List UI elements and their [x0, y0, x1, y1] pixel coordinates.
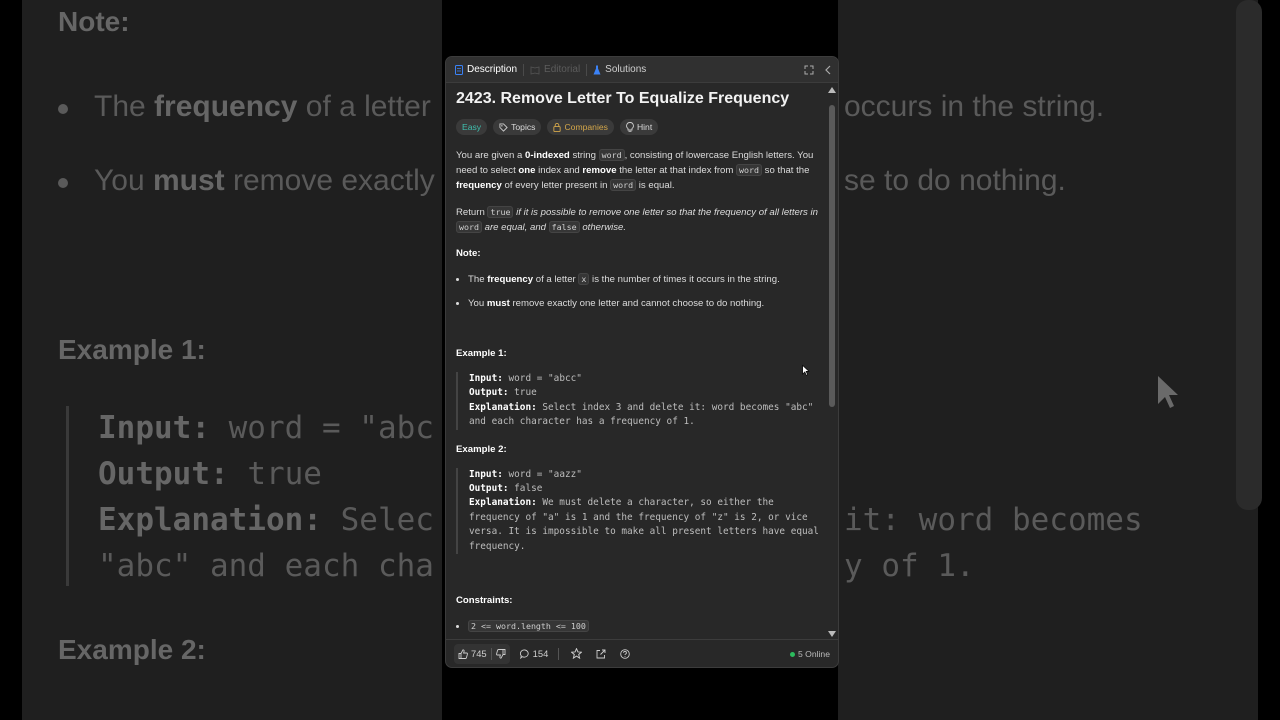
example-2-block: Input: word = "aazz" Output: false Expla…: [456, 467, 826, 555]
background-zoom-right: occurs in the string. se to do nothing. …: [838, 0, 1258, 720]
tab-editorial[interactable]: Editorial: [530, 57, 580, 83]
bg-input-line: Input: word = "abc: [98, 410, 434, 446]
online-dot: [789, 651, 795, 657]
lightbulb-icon: [626, 122, 634, 132]
note-heading: Note:: [456, 248, 481, 259]
chevron-left-icon[interactable]: [824, 65, 832, 75]
tab-solutions[interactable]: Solutions: [593, 57, 646, 83]
scrollbar-thumb[interactable]: [829, 105, 835, 407]
bg-quote-bar: [66, 406, 69, 586]
like-button[interactable]: 745: [458, 644, 487, 664]
bg-explanation-line2: "abc" and each cha: [98, 548, 434, 584]
description-paragraph-1: You are given a 0-indexed string word, c…: [456, 149, 814, 191]
bg-output-line: Output: true: [98, 456, 322, 492]
note-item: The frequency of a letter x is the numbe…: [468, 272, 826, 287]
online-count: 5 Online: [797, 649, 830, 659]
vote-group: 745: [454, 643, 510, 664]
bg-explanation-line: Explanation: Selec: [98, 502, 434, 538]
flask-icon: [593, 65, 601, 74]
mouse-cursor-icon: [802, 363, 812, 384]
bg-example1-heading: Example 1:: [58, 334, 206, 365]
like-count: 745: [471, 648, 487, 659]
scroll-down-icon[interactable]: [828, 631, 836, 637]
comment-icon: [519, 649, 529, 659]
share-button[interactable]: [596, 644, 606, 664]
problem-title: 2423. Remove Letter To Equalize Frequenc…: [456, 90, 790, 107]
bg-right-line-2: se to do nothing.: [844, 164, 1066, 197]
thumbs-up-icon: [458, 648, 468, 659]
thumbs-down-icon: [495, 648, 506, 659]
hint-chip[interactable]: Hint: [619, 119, 659, 135]
tab-solutions-label: Solutions: [605, 64, 647, 75]
tag-row: Easy Topics Companies Hint: [456, 119, 826, 135]
problem-description: 2423. Remove Letter To Equalize Frequenc…: [456, 87, 826, 637]
difficulty-badge: Easy: [456, 119, 488, 135]
constraints-list: 2 <= word.length <= 100: [456, 619, 826, 634]
footer-separator: [558, 647, 560, 660]
bg-note-heading: Note:: [58, 6, 130, 37]
companies-chip[interactable]: Companies: [547, 119, 614, 135]
tab-description[interactable]: Description: [455, 57, 517, 83]
tab-separator: [586, 63, 588, 76]
tab-separator: [523, 63, 525, 76]
favorite-button[interactable]: [571, 644, 583, 664]
tag-icon: [499, 122, 508, 132]
topics-chip[interactable]: Topics: [493, 119, 542, 135]
constraints-heading: Constraints:: [456, 595, 513, 607]
book-icon: [530, 65, 540, 75]
comment-count: 154: [532, 648, 549, 659]
content-scrollbar[interactable]: [828, 87, 836, 637]
vote-separator: [490, 647, 492, 660]
background-zoom-left: Note: The frequency of a letter You must…: [22, 0, 442, 720]
fullscreen-icon[interactable]: [804, 65, 814, 75]
scroll-up-icon[interactable]: [828, 87, 836, 93]
bg-right-line-4: y of 1.: [844, 548, 975, 584]
dislike-button[interactable]: [495, 644, 506, 664]
bg-right-line-1: occurs in the string.: [844, 90, 1105, 123]
bg-example2-heading: Example 2:: [58, 634, 206, 665]
lock-icon: [553, 122, 562, 132]
external-link-icon: [596, 649, 606, 658]
bg-cursor-icon: [1156, 374, 1188, 419]
tab-bar: Description Editorial Solutions: [446, 57, 838, 83]
constraint-item: 2 <= word.length <= 100: [468, 619, 826, 634]
comments-button[interactable]: 154: [519, 644, 549, 664]
bg-right-line-3: it: word becomes: [844, 502, 1143, 538]
question-icon: [620, 648, 631, 659]
online-indicator: 5 Online: [789, 640, 830, 667]
note-list: The frequency of a letter x is the numbe…: [456, 272, 826, 311]
help-button[interactable]: [620, 644, 631, 664]
panel-footer: 745 154 5 Online: [446, 639, 838, 667]
note-item: You must remove exactly one letter and c…: [468, 296, 826, 311]
panel-controls: [804, 57, 832, 83]
bg-scrollbar: [1236, 0, 1262, 510]
example-2-heading: Example 2:: [456, 443, 507, 455]
tab-description-label: Description: [467, 64, 518, 75]
example-1-heading: Example 1:: [456, 348, 507, 359]
description-icon: [455, 64, 463, 75]
description-paragraph-2: Return true if it is possible to remove …: [456, 206, 818, 233]
star-icon: [571, 648, 583, 659]
tab-editorial-label: Editorial: [544, 64, 581, 75]
problem-panel: Description Editorial Solutions 2423. Re…: [445, 56, 839, 668]
example-1-block: Input: word = "abcc" Output: true Explan…: [456, 372, 826, 430]
